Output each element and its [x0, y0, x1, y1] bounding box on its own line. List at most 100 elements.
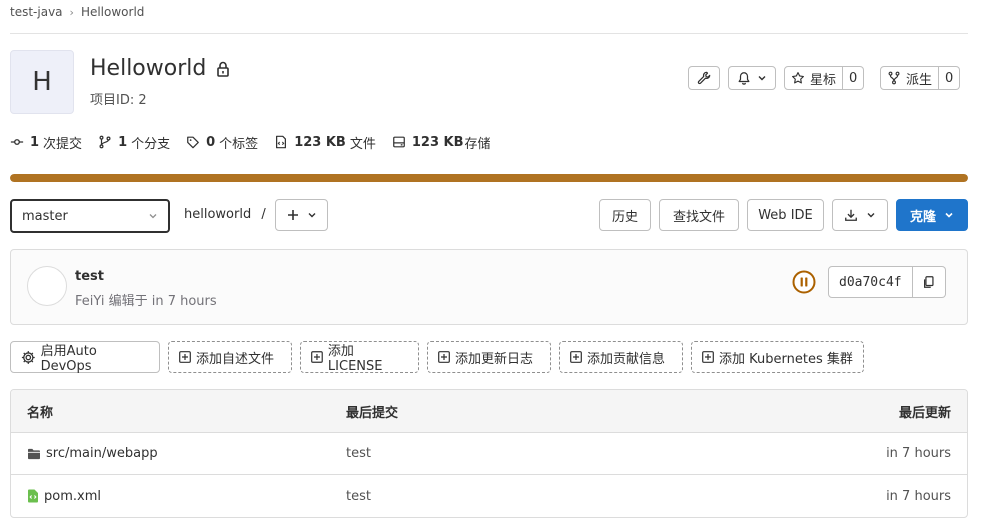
stat-branches-count: 1: [118, 134, 128, 150]
file-code-icon: [28, 489, 38, 503]
column-header-last-commit: 最后提交: [346, 405, 399, 421]
repo-path-breadcrumb: helloworld /: [184, 207, 266, 222]
project-title: Helloworld: [90, 56, 230, 81]
stat-commits[interactable]: 1 次提交: [10, 133, 82, 152]
add-license-button[interactable]: 添加LICENSE: [300, 341, 419, 374]
commit-author-avatar[interactable]: [27, 266, 67, 306]
fork-label: 派生: [906, 72, 933, 88]
stat-branches-label: 个分支: [131, 136, 171, 152]
star-icon: [792, 72, 804, 84]
plus-square-icon: [438, 351, 450, 363]
branch-selector-value: master: [22, 208, 68, 224]
project-avatar-letter: H: [32, 67, 52, 97]
stat-commits-count: 1: [30, 134, 40, 150]
fork-count[interactable]: 0: [939, 66, 961, 90]
breadcrumb-separator: ›: [69, 5, 74, 19]
web-ide-button[interactable]: Web IDE: [747, 199, 824, 231]
add-readme-label: 添加自述文件: [196, 351, 275, 367]
stat-commits-label: 次提交: [43, 136, 83, 152]
plus-square-icon: [179, 351, 191, 363]
project-id: 项目ID: 2: [90, 93, 147, 108]
table-header: 名称 最后提交 最后更新: [11, 390, 967, 433]
pipeline-status-icon[interactable]: [792, 270, 816, 294]
tag-icon: [187, 136, 199, 149]
settings-button[interactable]: [688, 66, 720, 90]
file-code-icon: [276, 135, 287, 149]
project-name: Helloworld: [90, 56, 207, 81]
gear-icon: [21, 350, 35, 364]
stat-branches[interactable]: 1 个分支: [98, 133, 170, 152]
commit-meta: FeiYi 编辑于 in 7 hours: [75, 294, 217, 309]
commit-icon: [10, 139, 24, 145]
file-last-update: in 7 hours: [886, 446, 951, 461]
file-name-cell[interactable]: src/main/webapp: [27, 433, 158, 474]
breadcrumb-namespace[interactable]: test-java: [10, 5, 63, 19]
column-header-last-update: 最后更新: [898, 405, 951, 421]
table-row[interactable]: src/main/webapp test in 7 hours: [11, 433, 967, 475]
branch-selector[interactable]: master: [10, 199, 170, 233]
project-stats: 1 次提交 1 个分支 0 个标签 123 KB 文件 123 KB 存储: [10, 133, 507, 152]
commit-title[interactable]: test: [75, 269, 104, 284]
header-divider: [10, 33, 968, 34]
add-changelog-label: 添加更新日志: [455, 351, 534, 367]
stat-files[interactable]: 123 KB 文件: [274, 133, 376, 152]
commit-sha[interactable]: d0a70c4f: [828, 266, 913, 298]
star-button[interactable]: 星标: [784, 66, 844, 90]
storage-progress-fill: [10, 174, 968, 182]
bell-icon: [738, 72, 750, 85]
enable-auto-devops-label: 启用Auto DevOps: [40, 344, 97, 374]
last-commit-panel: [10, 249, 968, 325]
file-name: pom.xml: [44, 488, 101, 504]
copy-sha-button[interactable]: [912, 266, 946, 298]
fork-button-group: 派生 0: [880, 66, 961, 90]
download-dropdown[interactable]: [832, 199, 888, 231]
branch-icon: [99, 135, 111, 149]
notification-dropdown[interactable]: [728, 66, 776, 90]
stat-tags[interactable]: 0 个标签: [186, 133, 258, 152]
table-row[interactable]: pom.xml test in 7 hours: [11, 475, 967, 517]
web-ide-button-label: Web IDE: [758, 207, 813, 223]
chevron-down-icon: [758, 76, 766, 81]
plus-square-icon: [570, 351, 582, 363]
breadcrumb-project[interactable]: Helloworld: [81, 5, 144, 19]
fork-button[interactable]: 派生: [880, 66, 940, 90]
plus-icon: [287, 210, 298, 220]
wrench-icon: [697, 71, 711, 85]
file-last-commit[interactable]: test: [346, 433, 371, 474]
storage-icon: [392, 136, 405, 148]
repo-path-root[interactable]: helloworld: [184, 207, 251, 222]
find-file-button[interactable]: 查找文件: [659, 199, 739, 231]
plus-square-icon: [311, 351, 323, 363]
stat-storage-size: 123 KB: [411, 134, 464, 150]
stat-storage[interactable]: 123 KB 存储: [392, 133, 491, 152]
breadcrumb: test-java › Helloworld: [10, 3, 144, 21]
stat-files-label: 文件: [349, 136, 376, 152]
clone-button-label: 克隆: [909, 209, 936, 225]
commit-sha-value: d0a70c4f: [839, 274, 902, 290]
file-name-cell[interactable]: pom.xml: [27, 475, 101, 517]
history-button[interactable]: 历史: [599, 199, 651, 231]
star-button-group: 星标 0: [784, 66, 865, 90]
lock-icon: [217, 61, 230, 77]
clone-dropdown[interactable]: 克隆: [896, 199, 968, 231]
add-kubernetes-cluster-button[interactable]: 添加 Kubernetes 集群: [691, 341, 864, 373]
add-readme-button[interactable]: 添加自述文件: [168, 341, 292, 373]
enable-auto-devops-button[interactable]: 启用Auto DevOps: [10, 341, 160, 374]
file-last-update: in 7 hours: [886, 488, 951, 504]
add-changelog-button[interactable]: 添加更新日志: [427, 341, 551, 373]
fork-icon: [888, 71, 900, 85]
folder-icon: [28, 448, 40, 459]
chevron-down-icon: [308, 213, 315, 218]
find-file-button-label: 查找文件: [672, 209, 725, 225]
file-name: src/main/webapp: [46, 446, 158, 461]
file-last-commit[interactable]: test: [346, 475, 371, 517]
add-to-tree-dropdown[interactable]: [275, 199, 328, 231]
star-count[interactable]: 0: [843, 66, 865, 90]
copy-icon: [923, 276, 934, 288]
project-avatar[interactable]: H: [10, 50, 74, 114]
fork-count-value: 0: [945, 70, 954, 86]
stat-storage-label: 存储: [464, 136, 491, 152]
stat-tags-label: 个标签: [219, 136, 259, 152]
star-label: 星标: [810, 72, 837, 88]
add-contributing-button[interactable]: 添加贡献信息: [559, 341, 683, 373]
